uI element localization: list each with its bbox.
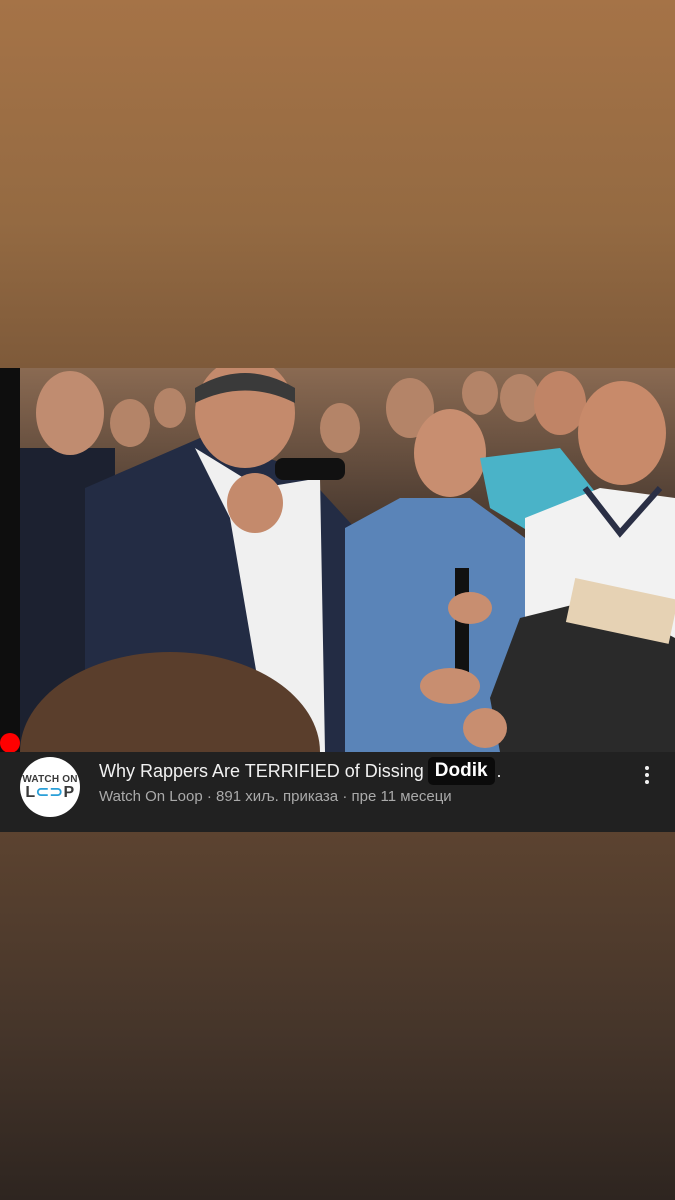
channel-avatar[interactable]: WATCH ON L⊂⊃P: [20, 757, 80, 817]
video-card[interactable]: WATCH ON L⊂⊃P Why Rappers Are TERRIFIED …: [0, 368, 675, 832]
more-dot: [645, 780, 649, 784]
avatar-logo-text-bottom: L⊂⊃P: [25, 783, 75, 801]
meta-separator: ·: [206, 788, 212, 805]
story-background-bottom: [0, 832, 675, 1200]
avatar-logo-l: L: [25, 783, 36, 801]
video-metadata[interactable]: WATCH ON L⊂⊃P Why Rappers Are TERRIFIED …: [0, 752, 675, 832]
more-dot: [645, 773, 649, 777]
thumbnail-scene: [0, 368, 675, 752]
avatar-logo-p: P: [63, 783, 75, 801]
video-title[interactable]: Why Rappers Are TERRIFIED of Dissing: [99, 761, 424, 782]
video-thumbnail[interactable]: [0, 368, 675, 752]
meta-separator: ·: [342, 788, 348, 805]
upload-age: пре 11 месеци: [351, 788, 452, 805]
title-highlight-label: Dodik: [427, 757, 495, 785]
thumbnail-left-edge: [0, 368, 20, 752]
video-subline: Watch On Loop · 891 хиљ. приказа · пре 1…: [99, 788, 619, 805]
watch-progress-indicator: [0, 733, 20, 752]
title-period: .: [496, 760, 502, 781]
view-count: 891 хиљ. приказа: [216, 788, 339, 805]
video-title-row[interactable]: Why Rappers Are TERRIFIED of Dissing Dod…: [99, 756, 619, 786]
more-vertical-icon[interactable]: [632, 760, 662, 790]
channel-name[interactable]: Watch On Loop: [99, 788, 203, 805]
avatar-logo-loop: ⊂⊃: [35, 783, 64, 801]
story-background-top: [0, 0, 675, 368]
more-dot: [645, 766, 649, 770]
